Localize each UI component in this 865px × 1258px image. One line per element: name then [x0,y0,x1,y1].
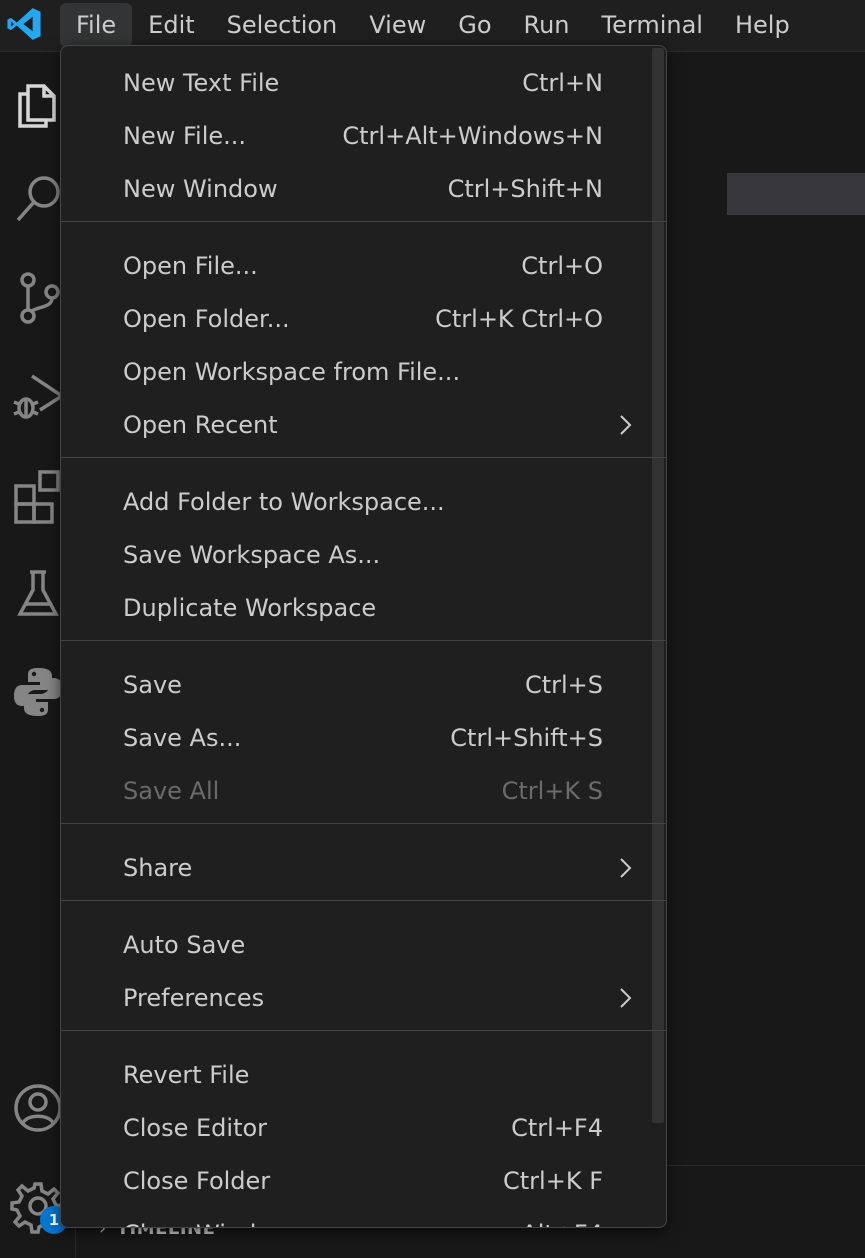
menu-item-keybinding: Ctrl+Shift+N [447,175,603,203]
menu-separator [61,457,666,458]
menu-item-label: Save [123,671,182,699]
menu-run[interactable]: Run [508,3,586,47]
menu-item-label: Open Workspace from File... [123,358,461,386]
menu-item-save-all: Save All Ctrl+K S [61,766,651,816]
menu-item-close-window[interactable]: Close Window Alt+F4 [61,1209,651,1227]
menu-item-label: Duplicate Workspace [123,594,377,622]
menu-item-label: Save All [123,777,220,805]
menu-item-keybinding: Ctrl+S [524,671,603,699]
menu-item-keybinding: Ctrl+K S [501,777,603,805]
python-icon[interactable] [8,660,68,720]
menu-item-add-folder-to-workspace[interactable]: Add Folder to Workspace... [61,477,651,527]
chevron-right-icon [620,415,632,435]
testing-icon[interactable] [8,562,68,622]
menu-item-label: Auto Save [123,931,246,959]
account-icon[interactable] [8,1078,68,1138]
menu-item-keybinding: Ctrl+F4 [511,1114,603,1142]
menu-item-label: Close Window [123,1209,291,1227]
menu-item-open-folder[interactable]: Open Folder... Ctrl+K Ctrl+O [61,294,651,344]
menu-item-label: New Window [123,175,278,203]
run-debug-icon[interactable] [8,366,68,426]
menu-item-revert-file[interactable]: Revert File [61,1050,651,1100]
menu-item-new-file[interactable]: New File... Ctrl+Alt+Windows+N [61,111,651,161]
menu-item-save[interactable]: Save Ctrl+S [61,660,651,710]
sidebar-selected-row[interactable] [727,173,865,215]
menu-file[interactable]: File [60,3,133,47]
menu-item-label: Close Editor [123,1114,268,1142]
menu-item-keybinding: Ctrl+K F [503,1167,603,1195]
menu-item-new-text-file[interactable]: New Text File Ctrl+N [61,58,651,108]
menu-item-save-as[interactable]: Save As... Ctrl+Shift+S [61,713,651,763]
menu-terminal[interactable]: Terminal [586,3,719,47]
menu-item-open-recent[interactable]: Open Recent [61,400,651,450]
menu-item-keybinding: Ctrl+N [522,69,603,97]
menu-selection[interactable]: Selection [211,3,354,47]
menu-scrollbar[interactable] [652,48,664,1123]
menu-item-auto-save[interactable]: Auto Save [61,920,651,970]
menu-item-keybinding: Ctrl+Shift+S [450,724,603,752]
menu-go[interactable]: Go [442,3,507,47]
menu-item-keybinding: Ctrl+O [521,252,603,280]
menu-item-label: New Text File [123,69,280,97]
menu-item-save-workspace-as[interactable]: Save Workspace As... [61,530,651,580]
vscode-logo-icon[interactable] [6,6,42,42]
menu-item-close-folder[interactable]: Close Folder Ctrl+K F [61,1156,651,1206]
menu-item-label: Add Folder to Workspace... [123,488,445,516]
menu-view[interactable]: View [353,3,442,47]
menu-separator [61,900,666,901]
menu-item-label: Open Recent [123,411,278,439]
menu-edit[interactable]: Edit [132,3,210,47]
menu-bar: File Edit Selection View Go Run Terminal… [60,3,806,47]
menu-item-label: Open Folder... [123,305,290,333]
search-icon[interactable] [8,170,68,230]
chevron-right-icon [620,988,632,1008]
menu-item-label: Save As... [123,724,242,752]
menu-item-open-workspace-from-file[interactable]: Open Workspace from File... [61,347,651,397]
menu-separator [61,1030,666,1031]
menu-separator [61,640,666,641]
menu-item-share[interactable]: Share [61,843,651,893]
menu-item-label: Revert File [123,1061,250,1089]
menu-separator [61,823,666,824]
extensions-icon[interactable] [8,464,68,524]
menu-item-label: New File... [123,122,247,150]
menu-item-label: Share [123,854,193,882]
menu-separator [61,221,666,222]
explorer-icon[interactable] [8,72,68,132]
source-control-icon[interactable] [8,268,68,328]
menu-item-keybinding: Ctrl+Alt+Windows+N [342,122,603,150]
menu-item-label: Open File... [123,252,258,280]
chevron-right-icon [620,858,632,878]
file-menu-dropdown: New Text File Ctrl+N New File... Ctrl+Alt+W… [60,45,667,1228]
menu-item-label: Close Folder [123,1167,271,1195]
menu-item-open-file[interactable]: Open File... Ctrl+O [61,241,651,291]
menu-item-keybinding: Ctrl+K Ctrl+O [435,305,603,333]
menu-item-label: Preferences [123,984,265,1012]
menu-item-duplicate-workspace[interactable]: Duplicate Workspace [61,583,651,633]
menu-item-preferences[interactable]: Preferences [61,973,651,1023]
menu-item-new-window[interactable]: New Window Ctrl+Shift+N [61,164,651,214]
menu-item-keybinding: Alt+F4 [521,1209,603,1227]
menu-help[interactable]: Help [719,3,806,47]
menu-item-label: Save Workspace As... [123,541,381,569]
menu-item-close-editor[interactable]: Close Editor Ctrl+F4 [61,1103,651,1153]
